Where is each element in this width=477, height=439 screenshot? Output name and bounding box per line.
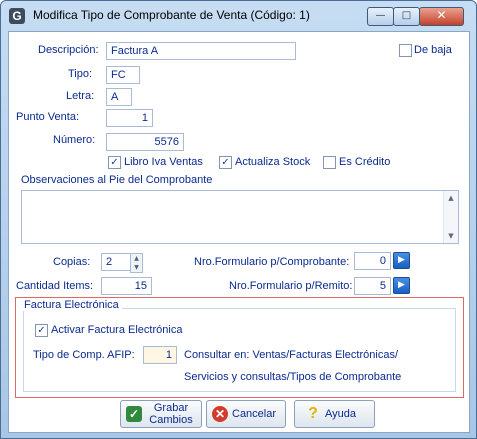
punto-venta-field[interactable]: 1 [106,109,153,127]
close-button[interactable]: ✕ [419,7,464,26]
activar-factura-label: Activar Factura Electrónica [51,324,183,336]
punto-venta-label: Punto Venta: [16,111,79,123]
factura-electronica-legend: Factura Electrónica [21,299,122,311]
activar-factura-checkbox[interactable]: ✓ [35,324,48,337]
cambios-label: Cambios [149,414,193,426]
de-baja-label: De baja [414,44,452,56]
tipo-comp-afip-field[interactable]: 1 [143,346,177,364]
app-icon: G [9,8,25,24]
nro-formulario-comprobante-field[interactable]: 0 [354,252,391,270]
libro-iva-checkbox[interactable]: ✓ [108,156,121,169]
nro-formulario-remito-field[interactable]: 5 [354,277,391,295]
libro-iva-label: Libro Iva Ventas [124,156,203,168]
descripcion-field[interactable]: Factura A [106,42,296,60]
cancelar-button[interactable]: ✕ Cancelar [206,400,286,428]
scroll-up-icon[interactable]: ▲ [444,194,458,202]
observaciones-textarea[interactable]: ▲ ▼ [21,190,459,244]
scroll-down-icon[interactable]: ▼ [444,232,458,240]
minimize-button[interactable]: — [367,7,394,26]
letra-label: Letra: [66,90,95,102]
consultar-line1: Consultar en: Ventas/Facturas Electrónic… [184,349,398,361]
observaciones-scrollbar[interactable]: ▲ ▼ [443,191,458,243]
grabar-label: Grabar [153,402,189,414]
maximize-button[interactable]: □ [393,7,420,26]
tipo-comp-afip-label: Tipo de Comp. AFIP: [33,349,135,361]
copias-field[interactable]: 2 [101,253,131,271]
cancelar-label: Cancelar [232,408,277,420]
form-area: Descripción: Factura A De baja Tipo: FC … [8,31,470,433]
cantidad-items-field[interactable]: 15 [101,277,152,295]
checkmark-icon: ✓ [126,406,142,422]
cantidad-items-label: Cantidad Items: [16,280,94,292]
nro-formulario-remito-label: Nro.Formulario p/Remito: [229,280,353,292]
observaciones-label: Observaciones al Pie del Comprobante [21,174,213,186]
spin-up-icon[interactable]: ▲ [131,254,142,263]
tipo-label: Tipo: [68,68,93,80]
dialog-window: G Modifica Tipo de Comprobante de Venta … [0,0,477,439]
copias-label: Copias: [53,256,91,268]
grabar-cambios-button[interactable]: ✓ Grabar Cambios [120,400,202,428]
ayuda-button[interactable]: ? Ayuda [294,400,375,428]
window-title: Modifica Tipo de Comprobante de Venta (C… [33,8,310,22]
spin-down-icon[interactable]: ▼ [131,263,142,272]
numero-field[interactable]: 5576 [106,133,184,151]
cancel-icon: ✕ [212,406,228,422]
ayuda-label: Ayuda [325,408,356,420]
arrow-right-icon[interactable]: ▶ [393,277,410,294]
letra-field[interactable]: A [106,88,132,106]
es-credito-label: Es Crédito [339,156,391,168]
numero-label: Número: [53,134,96,146]
nro-formulario-comprobante-label: Nro.Formulario p/Comprobante: [194,256,350,268]
title-bar[interactable]: G Modifica Tipo de Comprobante de Venta … [1,1,476,29]
arrow-right-icon[interactable]: ▶ [393,252,410,269]
actualiza-stock-checkbox[interactable]: ✓ [219,156,232,169]
consultar-line2: Servicios y consultas/Tipos de Comproban… [184,371,402,383]
copias-spinner[interactable]: ▲ ▼ [130,253,143,273]
de-baja-checkbox[interactable] [399,44,412,57]
actualiza-stock-label: Actualiza Stock [235,156,311,168]
descripcion-label: Descripción: [38,44,99,56]
tipo-field[interactable]: FC [106,66,140,84]
question-icon: ? [308,405,318,422]
es-credito-checkbox[interactable] [323,156,336,169]
